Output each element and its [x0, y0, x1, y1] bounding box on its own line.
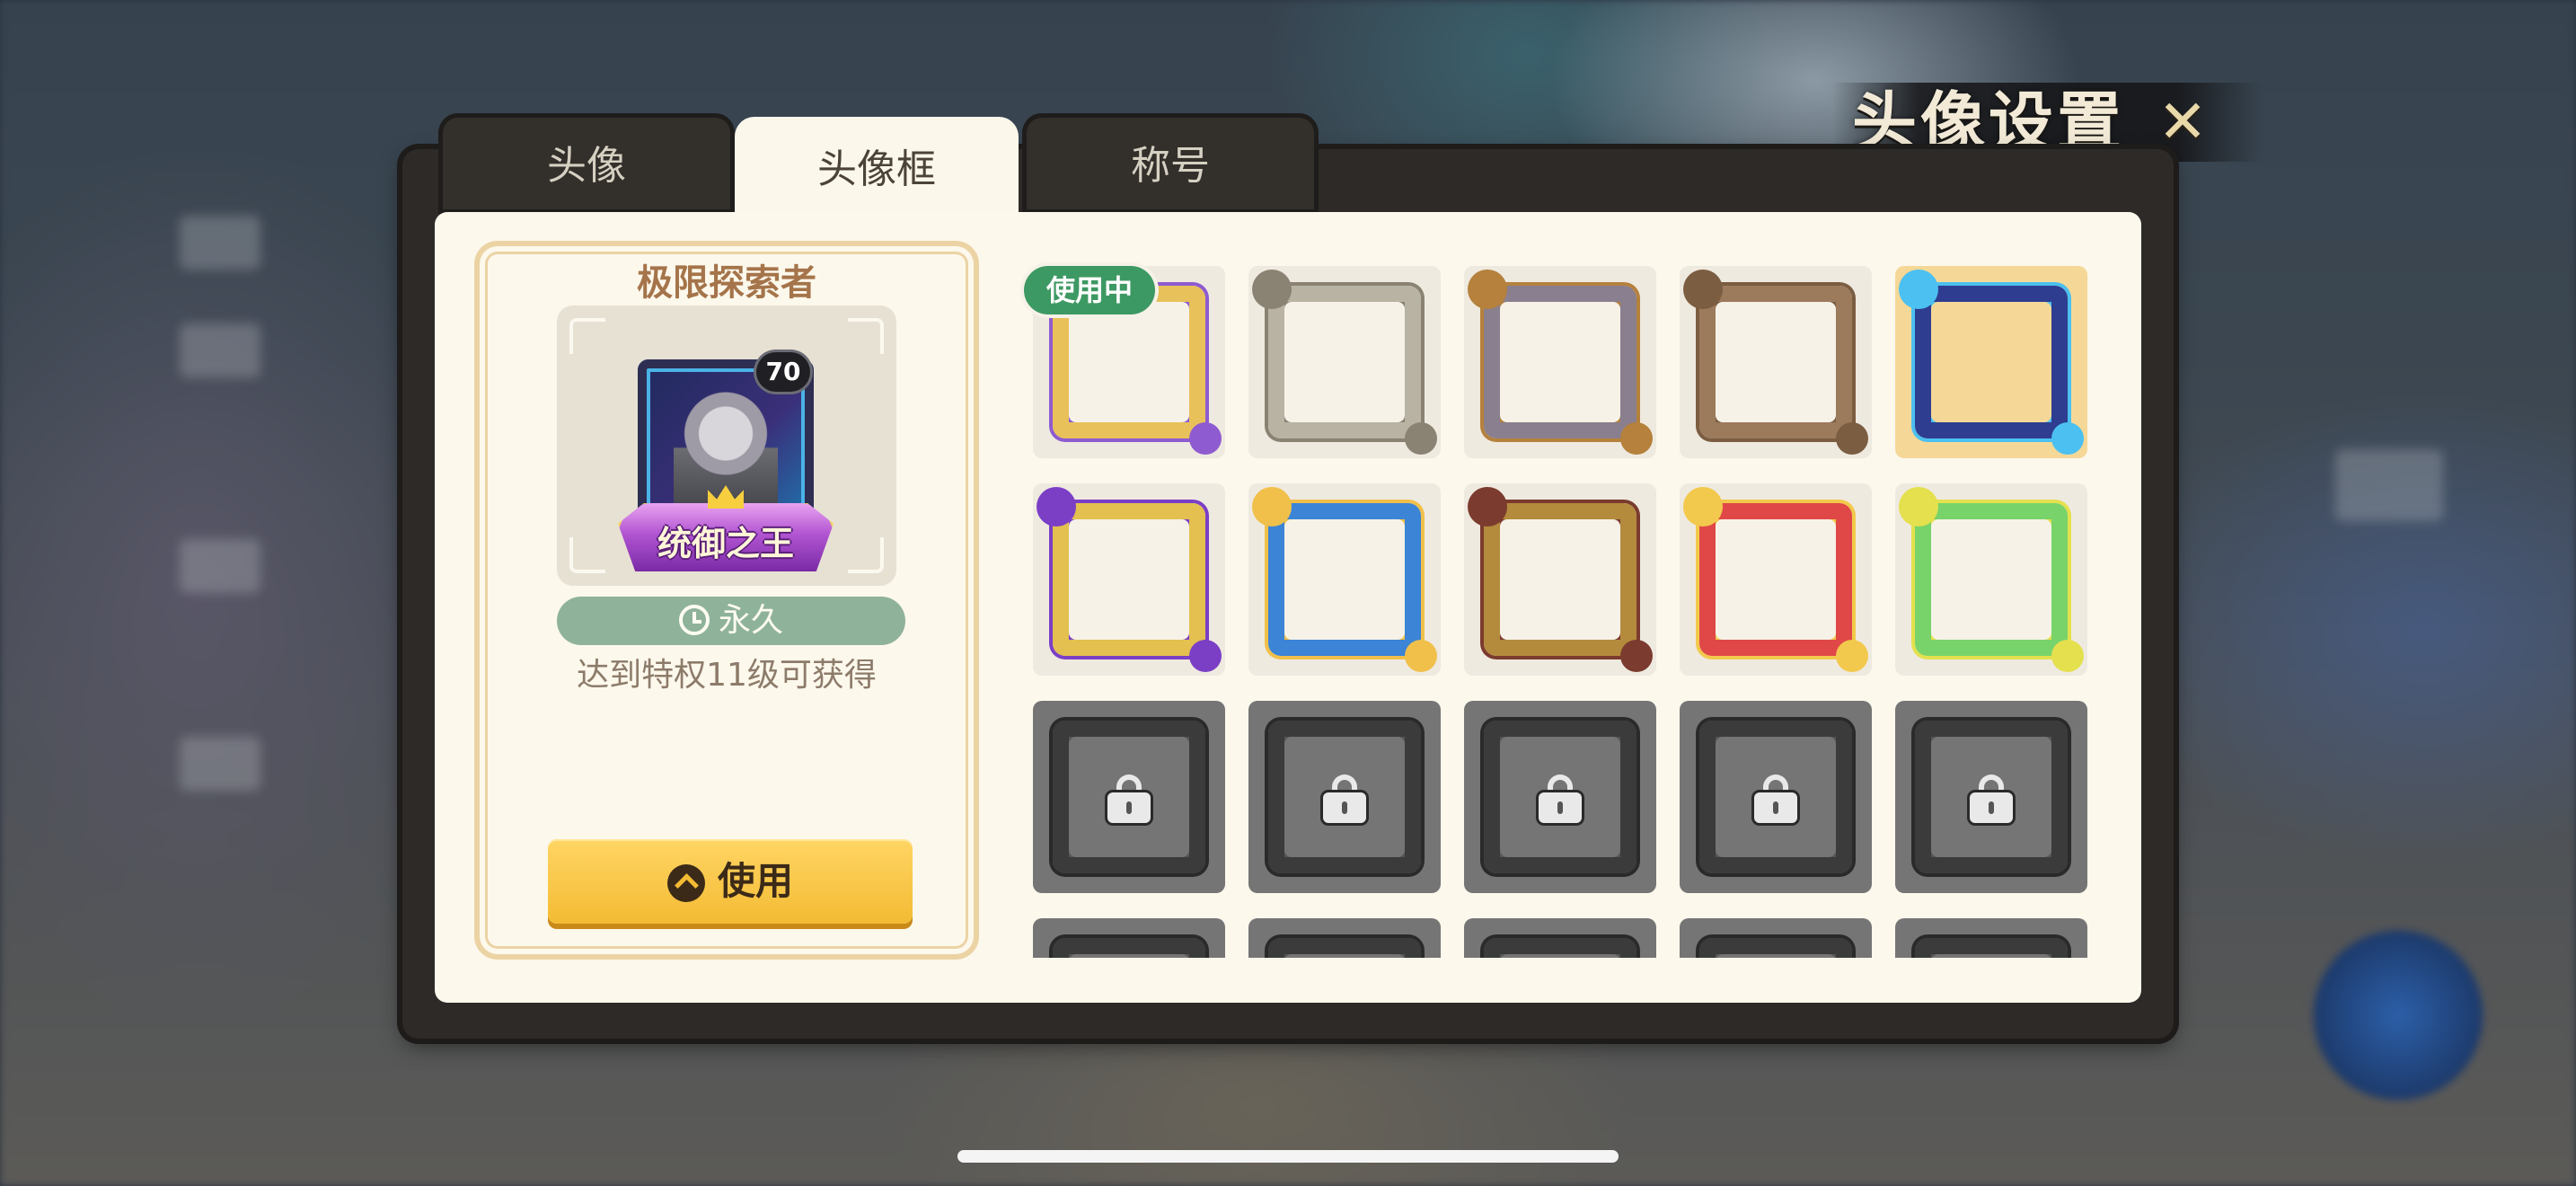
frame-ornament-icon — [2051, 422, 2084, 455]
frame-ornament-icon — [1405, 422, 1437, 455]
in-use-badge: 使用中 — [1024, 266, 1155, 314]
frame-item[interactable] — [1248, 918, 1441, 958]
lock-icon — [1323, 774, 1366, 823]
frame-ornament-icon — [1620, 640, 1653, 672]
preview-corner — [569, 537, 605, 573]
preview-corner — [569, 318, 605, 354]
background-blur-shape — [180, 539, 260, 593]
frame-inner — [1500, 302, 1620, 422]
frame-inner — [1716, 954, 1836, 958]
frame-item[interactable] — [1680, 266, 1872, 458]
frame-ornament-icon — [1468, 487, 1507, 527]
frame-inner — [1716, 519, 1836, 640]
level-badge: 70 — [756, 352, 810, 392]
unlock-condition: 达到特权11级可获得 — [577, 657, 877, 694]
frame-item[interactable] — [1464, 483, 1656, 676]
frame-ornament-icon — [1899, 270, 1938, 309]
lock-icon — [1754, 774, 1797, 823]
frame-item[interactable] — [1248, 266, 1441, 458]
frame-inner — [1069, 302, 1189, 422]
frame-item[interactable] — [1680, 483, 1872, 676]
home-indicator[interactable] — [957, 1150, 1619, 1163]
frame-name: 极限探索者 — [637, 262, 816, 304]
frame-inner — [1069, 519, 1189, 640]
tab-avatar[interactable]: 头像 — [438, 113, 735, 214]
lock-icon — [1539, 774, 1582, 823]
frame-item[interactable] — [1895, 266, 2087, 458]
frame-item[interactable] — [1895, 918, 2087, 958]
frame-item[interactable] — [1033, 483, 1225, 676]
frame-inner — [1284, 954, 1405, 958]
clock-icon — [678, 605, 710, 635]
frame-ornament-icon — [2051, 640, 2084, 672]
frame-ornament-icon — [1683, 487, 1723, 527]
frame-ornament-icon — [1037, 487, 1076, 527]
frame-inner — [1716, 302, 1836, 422]
frame-ornament-icon — [1899, 487, 1938, 527]
frame-inner — [1500, 954, 1620, 958]
use-button[interactable]: 使用 — [548, 839, 913, 924]
frame-ornament-icon — [1189, 640, 1222, 672]
frame-inner — [1284, 302, 1405, 422]
preview-corner — [848, 537, 884, 573]
frame-ornament-icon — [1405, 640, 1437, 672]
title-banner-text: 统御之王 — [657, 524, 794, 563]
frame-ornament-icon — [1683, 270, 1723, 309]
frame-item[interactable] — [1464, 266, 1656, 458]
frame-item[interactable] — [1680, 918, 1872, 958]
frame-inner — [1931, 519, 2051, 640]
lock-icon — [1970, 774, 2013, 823]
frame-item[interactable] — [1680, 701, 1872, 893]
close-button[interactable]: ✕ — [2154, 93, 2211, 152]
frame-item[interactable] — [1033, 918, 1225, 958]
frame-ornament-icon — [1620, 422, 1653, 455]
use-button-label: 使用 — [717, 859, 793, 903]
preview-corner — [848, 318, 884, 354]
frame-inner — [1284, 519, 1405, 640]
background-blur-shape — [180, 737, 260, 791]
frame-item[interactable] — [1464, 918, 1656, 958]
arrow-up-icon — [666, 864, 705, 902]
background-blur-shape — [180, 323, 260, 377]
lock-icon — [1107, 774, 1151, 823]
tab-title[interactable]: 称号 — [1022, 113, 1319, 214]
frame-item[interactable] — [1464, 701, 1656, 893]
frame-inner — [1500, 519, 1620, 640]
frame-inner — [1931, 954, 2051, 958]
background-blur-shape — [2335, 449, 2443, 521]
frame-ornament-icon — [1252, 270, 1292, 309]
frame-ornament-icon — [1836, 640, 1868, 672]
frame-ornament-icon — [1252, 487, 1292, 527]
frame-item[interactable] — [1248, 701, 1441, 893]
background-blur-shape — [180, 216, 260, 270]
duration-badge: 永久 — [557, 597, 905, 645]
frame-item[interactable] — [1895, 701, 2087, 893]
duration-label: 永久 — [718, 602, 783, 639]
tab-avatar-frame[interactable]: 头像框 — [735, 117, 1019, 223]
frame-ornament-icon — [1836, 422, 1868, 455]
frame-item[interactable] — [1895, 483, 2087, 676]
frame-item[interactable] — [1033, 701, 1225, 893]
frame-ornament-icon — [1189, 422, 1222, 455]
frame-preview: 70 统御之王 — [557, 305, 896, 586]
frame-inner — [1069, 954, 1189, 958]
frame-grid[interactable] — [1033, 266, 2093, 958]
frame-inner — [1931, 302, 2051, 422]
frame-ornament-icon — [1468, 270, 1507, 309]
frame-item[interactable] — [1248, 483, 1441, 676]
